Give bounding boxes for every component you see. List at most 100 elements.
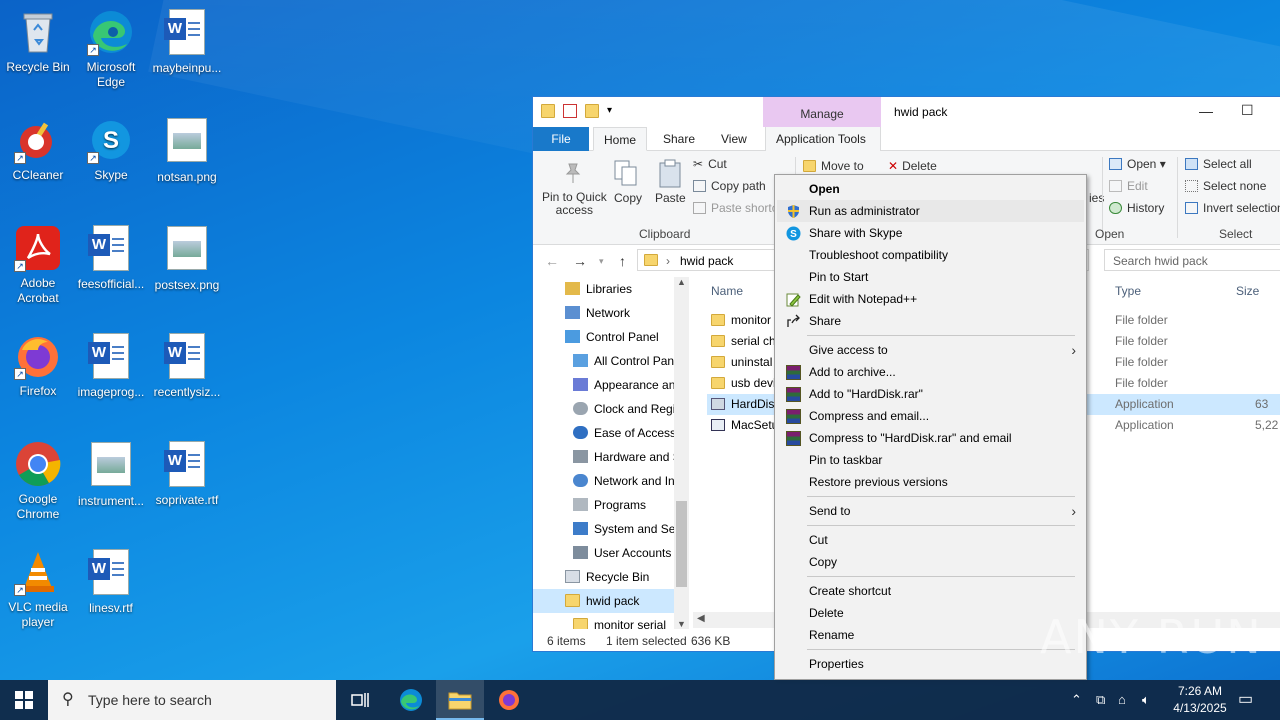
back-arrow-icon[interactable]: ← xyxy=(545,253,559,269)
menu-item-compress-and-email[interactable]: Compress and email... xyxy=(777,405,1084,427)
taskbar-clock[interactable]: 7:26 AM 4/13/2025 xyxy=(1160,683,1240,717)
menu-item-create-shortcut[interactable]: Create shortcut xyxy=(777,580,1084,602)
breadcrumb-current[interactable]: hwid pack xyxy=(680,254,733,268)
menu-item-add-to-archive[interactable]: Add to archive... xyxy=(777,361,1084,383)
scroll-left-icon[interactable]: ◀ xyxy=(697,613,705,624)
nav-hardware-sound[interactable]: Hardware and Sound xyxy=(533,445,689,469)
desktop-icon-firefox[interactable]: ↗ Firefox xyxy=(0,332,76,399)
menu-item-copy[interactable]: Copy xyxy=(777,551,1084,573)
nav-control-panel[interactable]: Control Panel xyxy=(533,325,689,349)
desktop-icon-google-chrome[interactable]: Google Chrome xyxy=(0,440,76,522)
nav-hwid-pack[interactable]: hwid pack xyxy=(533,589,689,613)
scroll-down-icon[interactable]: ▼ xyxy=(677,619,686,629)
task-view-button[interactable] xyxy=(336,680,384,720)
search-input[interactable]: Search hwid pack xyxy=(1104,249,1280,271)
menu-item-run-as-administrator[interactable]: Run as administrator xyxy=(777,200,1084,222)
desktop-icon-maybeinpu[interactable]: W maybeinpu... xyxy=(149,8,225,76)
up-arrow-icon[interactable]: ↑ xyxy=(619,253,626,269)
menu-item-send-to[interactable]: Send to › xyxy=(777,500,1084,522)
paste-button[interactable]: Paste xyxy=(655,191,686,205)
forward-arrow-icon[interactable]: → xyxy=(573,253,587,269)
select-all-button[interactable]: Select all xyxy=(1185,157,1252,171)
menu-item-compress-rar-email[interactable]: Compress to "HardDisk.rar" and email xyxy=(777,427,1084,449)
scrollbar-thumb[interactable] xyxy=(676,501,687,587)
desktop-icon-vlc[interactable]: ↗ VLC media player xyxy=(0,548,76,630)
desktop-icon-adobe-acrobat[interactable]: ↗ Adobe Acrobat xyxy=(0,224,76,306)
menu-item-share[interactable]: Share xyxy=(777,310,1084,332)
history-ribbon-button[interactable]: History xyxy=(1109,201,1164,215)
tab-home[interactable]: Home xyxy=(593,127,648,151)
nav-network-internet[interactable]: Network and Internet xyxy=(533,469,689,493)
select-none-button[interactable]: Select none xyxy=(1185,179,1266,193)
new-folder-icon[interactable] xyxy=(585,104,599,118)
tab-view[interactable]: View xyxy=(711,127,757,151)
taskbar-search-box[interactable]: ⚲ Type here to search xyxy=(48,680,336,720)
nav-programs[interactable]: Programs xyxy=(533,493,689,517)
minimize-button[interactable]: — xyxy=(1199,103,1213,119)
edit-ribbon-button[interactable]: Edit xyxy=(1109,179,1148,193)
tab-share[interactable]: Share xyxy=(653,127,705,151)
nav-clock-region[interactable]: Clock and Region xyxy=(533,397,689,421)
desktop-icon-postsex[interactable]: postsex.png xyxy=(149,224,225,293)
scroll-up-icon[interactable]: ▲ xyxy=(677,277,686,287)
move-to-button[interactable]: Move to xyxy=(803,159,864,173)
nav-monitor-serial[interactable]: monitor serial xyxy=(533,613,689,629)
nav-all-control-panel-items[interactable]: All Control Panel Items xyxy=(533,349,689,373)
menu-item-share-with-skype[interactable]: S Share with Skype xyxy=(777,222,1084,244)
desktop-icon-notsan[interactable]: notsan.png xyxy=(149,116,225,185)
manage-contextual-tab[interactable]: Manage xyxy=(763,97,881,127)
wifi-tray-icon[interactable]: ⌂ xyxy=(1118,680,1126,720)
nav-user-accounts[interactable]: User Accounts xyxy=(533,541,689,565)
nav-ease-of-access[interactable]: Ease of Access xyxy=(533,421,689,445)
desktop-icon-linesv[interactable]: W linesv.rtf xyxy=(73,548,149,616)
nav-system-security[interactable]: System and Security xyxy=(533,517,689,541)
menu-item-open[interactable]: Open xyxy=(777,178,1084,200)
delete-ribbon-button[interactable]: ✕ Delete xyxy=(888,159,937,173)
menu-item-troubleshoot[interactable]: Troubleshoot compatibility xyxy=(777,244,1084,266)
network-tray-icon[interactable]: ⧉ xyxy=(1096,680,1105,720)
tab-file[interactable]: File xyxy=(533,127,589,151)
taskbar-firefox[interactable] xyxy=(485,680,533,720)
maximize-button[interactable]: ☐ xyxy=(1241,102,1254,119)
copy-button[interactable]: Copy xyxy=(614,191,642,205)
notification-center-icon[interactable]: ▭ xyxy=(1238,680,1253,720)
qat-dropdown-icon[interactable]: ▾ xyxy=(607,104,621,118)
desktop-icon-recentlysiz[interactable]: W recentlysiz... xyxy=(149,332,225,400)
column-header-name[interactable]: Name xyxy=(711,284,743,298)
desktop-icon-soprivate[interactable]: W soprivate.rtf xyxy=(149,440,225,508)
menu-item-properties[interactable]: Properties xyxy=(777,653,1084,675)
menu-item-rename[interactable]: Rename xyxy=(777,624,1084,646)
column-header-type[interactable]: Type xyxy=(1115,284,1141,298)
nav-scrollbar[interactable]: ▲ ▼ xyxy=(674,277,689,629)
copy-path-button[interactable]: Copy path xyxy=(693,179,766,193)
taskbar-edge[interactable] xyxy=(387,680,435,720)
menu-item-add-to-rar[interactable]: Add to "HardDisk.rar" xyxy=(777,383,1084,405)
desktop-icon-ccleaner[interactable]: ↗ CCleaner xyxy=(0,116,76,183)
nav-network[interactable]: Network xyxy=(533,301,689,325)
column-header-size[interactable]: Size xyxy=(1236,284,1259,298)
nav-libraries[interactable]: Libraries xyxy=(533,277,689,301)
open-ribbon-button[interactable]: Open ▾ xyxy=(1109,157,1166,171)
desktop-icon-instrument[interactable]: instrument... xyxy=(73,440,149,509)
desktop-icon-feesofficial[interactable]: W feesofficial... xyxy=(73,224,149,292)
nav-recycle-bin[interactable]: Recycle Bin xyxy=(533,565,689,589)
taskbar-file-explorer[interactable] xyxy=(436,680,484,720)
menu-item-pin-to-start[interactable]: Pin to Start xyxy=(777,266,1084,288)
pin-quick-access-button[interactable]: Pin to Quick access xyxy=(542,191,607,217)
desktop-icon-imageprog[interactable]: W imageprog... xyxy=(73,332,149,400)
cut-button[interactable]: ✂ Cut xyxy=(693,157,727,171)
desktop-icon-microsoft-edge[interactable]: ↗ Microsoft Edge xyxy=(73,8,149,90)
desktop-icon-recycle-bin[interactable]: Recycle Bin xyxy=(0,8,76,75)
invert-selection-button[interactable]: Invert selection xyxy=(1185,201,1280,215)
menu-item-edit-notepadpp[interactable]: Edit with Notepad++ xyxy=(777,288,1084,310)
recent-locations-chevron-icon[interactable]: ▾ xyxy=(599,256,604,267)
volume-icon[interactable]: 🔈︎ xyxy=(1142,680,1150,720)
menu-item-delete[interactable]: Delete xyxy=(777,602,1084,624)
menu-item-cut[interactable]: Cut xyxy=(777,529,1084,551)
start-button[interactable] xyxy=(0,680,48,720)
show-hidden-icons-chevron[interactable]: ⌃ xyxy=(1071,680,1082,720)
menu-item-restore-previous-versions[interactable]: Restore previous versions xyxy=(777,471,1084,493)
tab-application-tools[interactable]: Application Tools xyxy=(765,127,881,151)
desktop-icon-skype[interactable]: S ↗ Skype xyxy=(73,116,149,183)
menu-item-give-access-to[interactable]: Give access to › xyxy=(777,339,1084,361)
